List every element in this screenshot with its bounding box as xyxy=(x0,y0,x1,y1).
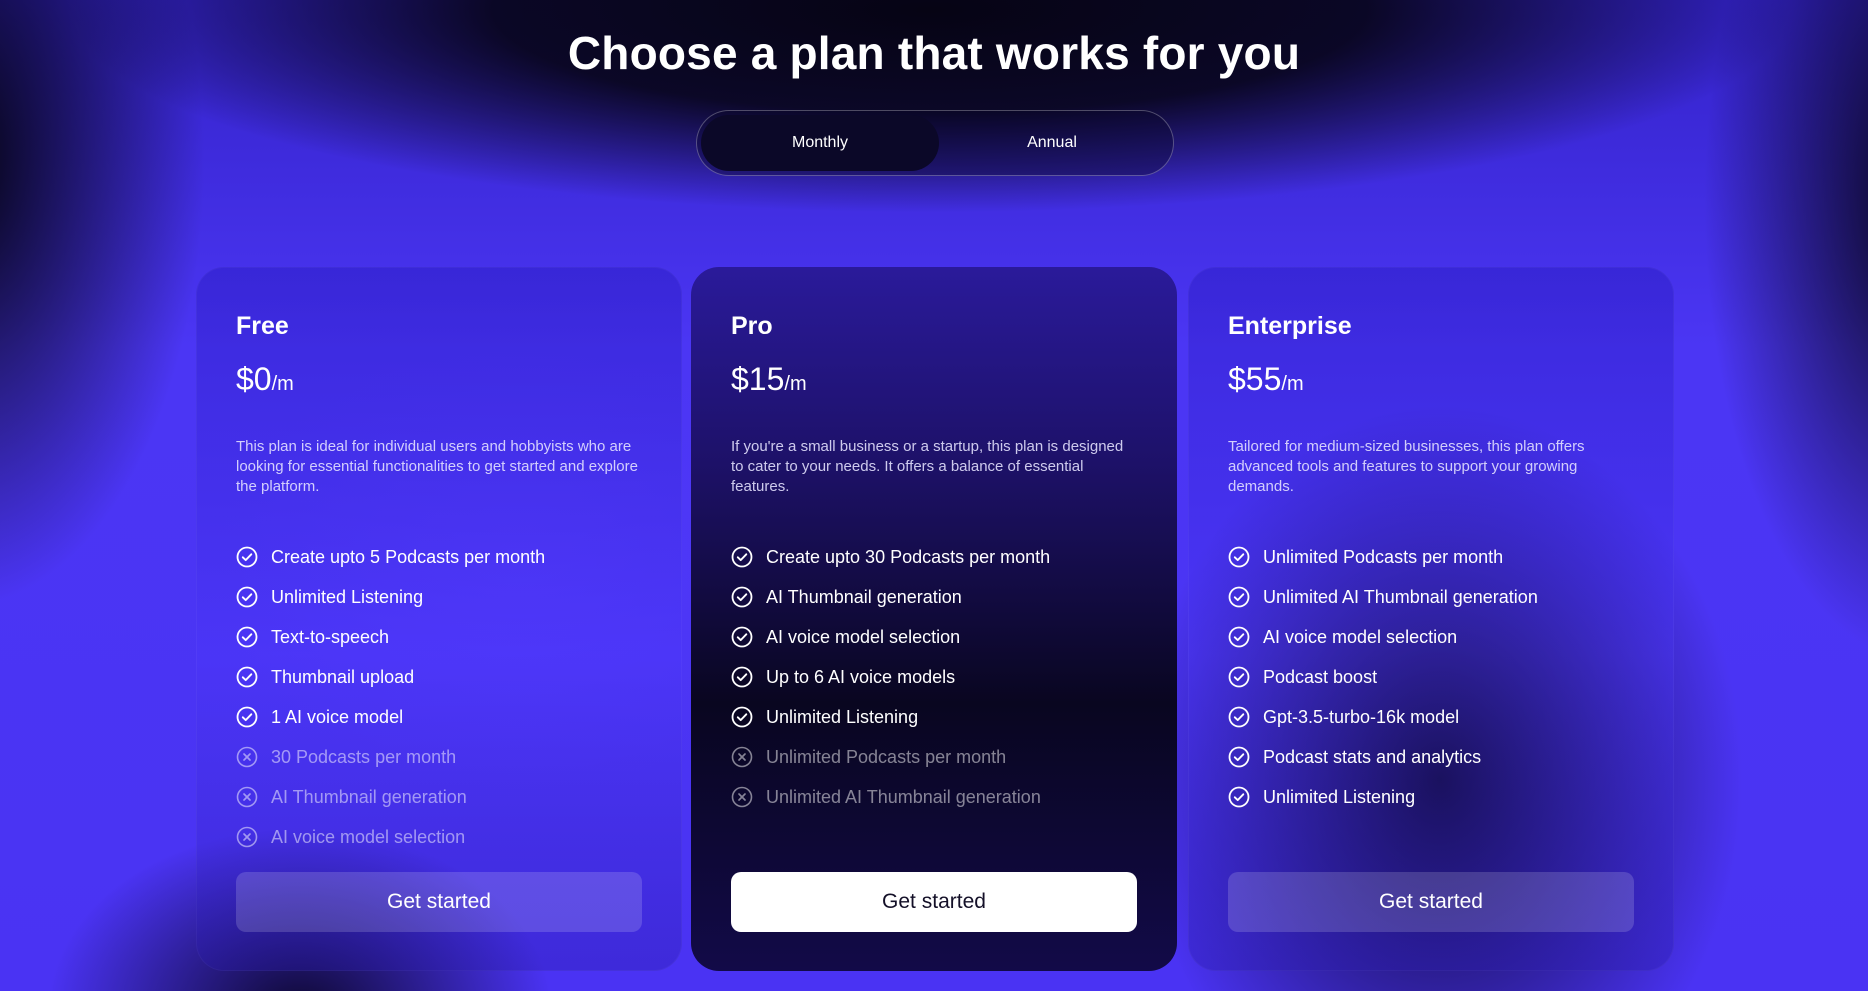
x-circle-icon xyxy=(236,826,258,848)
check-circle-icon xyxy=(731,706,753,728)
feature-label: Unlimited Listening xyxy=(271,586,424,607)
check-circle-icon xyxy=(236,546,258,568)
plan-card-enterprise: Enterprise $55 /m Tailored for medium-si… xyxy=(1188,267,1674,971)
feature-item: Unlimited Listening xyxy=(236,577,642,617)
feature-item: Podcast stats and analytics xyxy=(1228,737,1634,777)
plan-name: Pro xyxy=(731,312,773,340)
feature-label: 30 Podcasts per month xyxy=(271,746,457,767)
price-amount: $15 xyxy=(731,361,785,397)
feature-label: Unlimited Podcasts per month xyxy=(766,746,1007,767)
feature-label: Unlimited Podcasts per month xyxy=(1263,546,1504,567)
feature-label: Create upto 5 Podcasts per month xyxy=(271,546,546,567)
plan-price: $15 /m xyxy=(731,361,1137,401)
feature-item: Unlimited Podcasts per month xyxy=(731,737,1137,777)
feature-item: 30 Podcasts per month xyxy=(236,737,642,777)
feature-label: Unlimited Listening xyxy=(766,706,919,727)
feature-item: AI voice model selection xyxy=(731,617,1137,657)
feature-item: AI Thumbnail generation xyxy=(236,777,642,817)
price-unit: /m xyxy=(271,373,294,395)
feature-list: Create upto 30 Podcasts per month AI Thum… xyxy=(731,537,1137,851)
feature-label: Thumbnail upload xyxy=(271,666,415,687)
plan-name: Enterprise xyxy=(1228,312,1352,340)
feature-label: Podcast boost xyxy=(1263,666,1378,687)
price-unit: /m xyxy=(784,373,807,395)
feature-item: Unlimited Podcasts per month xyxy=(1228,537,1634,577)
feature-list: Unlimited Podcasts per month Unlimited AI… xyxy=(1228,537,1634,851)
check-circle-icon xyxy=(1228,786,1250,808)
feature-item: Gpt-3.5-turbo-16k model xyxy=(1228,697,1634,737)
feature-label: 1 AI voice model xyxy=(271,706,404,727)
feature-label: AI voice model selection xyxy=(1263,626,1458,647)
feature-item: Unlimited Listening xyxy=(1228,777,1634,817)
feature-label: Gpt-3.5-turbo-16k model xyxy=(1263,706,1460,727)
page-header: Choose a plan that works for you xyxy=(0,26,1868,80)
feature-item: Podcast boost xyxy=(1228,657,1634,697)
check-circle-icon xyxy=(236,666,258,688)
feature-item: AI Thumbnail generation xyxy=(731,577,1137,617)
feature-item: Unlimited AI Thumbnail generation xyxy=(731,777,1137,817)
x-circle-icon xyxy=(731,786,753,808)
toggle-annual[interactable]: Annual xyxy=(933,115,1171,171)
feature-item: AI voice model selection xyxy=(236,817,642,857)
check-circle-icon xyxy=(1228,746,1250,768)
x-circle-icon xyxy=(731,746,753,768)
plan-description: Tailored for medium-sized businesses, th… xyxy=(1228,438,1585,495)
feature-label: Text-to-speech xyxy=(271,626,390,647)
check-circle-icon xyxy=(1228,626,1250,648)
plan-name: Free xyxy=(236,312,289,340)
plan-description: If you're a small business or a startup,… xyxy=(731,438,1124,495)
x-circle-icon xyxy=(236,786,258,808)
feature-item: Thumbnail upload xyxy=(236,657,642,697)
feature-item: AI voice model selection xyxy=(1228,617,1634,657)
plan-price: $55 /m xyxy=(1228,361,1634,401)
check-circle-icon xyxy=(731,586,753,608)
check-circle-icon xyxy=(1228,546,1250,568)
x-circle-icon xyxy=(236,746,258,768)
get-started-button-free[interactable]: Get started xyxy=(236,872,642,932)
get-started-button-enterprise[interactable]: Get started xyxy=(1228,872,1634,932)
feature-item: Up to 6 AI voice models xyxy=(731,657,1137,697)
plan-card-free: Free $0 /m This plan is ideal for indivi… xyxy=(196,267,682,971)
feature-item: 1 AI voice model xyxy=(236,697,642,737)
feature-label: Unlimited Listening xyxy=(1263,786,1416,807)
check-circle-icon xyxy=(236,706,258,728)
plan-price: $0 /m xyxy=(236,361,642,401)
feature-item: Unlimited Listening xyxy=(731,697,1137,737)
feature-label: AI Thumbnail generation xyxy=(766,586,962,607)
feature-item: Unlimited AI Thumbnail generation xyxy=(1228,577,1634,617)
check-circle-icon xyxy=(1228,706,1250,728)
price-amount: $55 xyxy=(1228,361,1282,397)
feature-list: Create upto 5 Podcasts per month Unlimite… xyxy=(236,537,642,851)
check-circle-icon xyxy=(1228,666,1250,688)
feature-label: AI voice model selection xyxy=(271,826,466,847)
feature-label: AI voice model selection xyxy=(766,626,961,647)
feature-item: Text-to-speech xyxy=(236,617,642,657)
get-started-button-pro[interactable]: Get started xyxy=(731,872,1137,932)
feature-item: Create upto 30 Podcasts per month xyxy=(731,537,1137,577)
price-amount: $0 xyxy=(236,361,272,397)
price-unit: /m xyxy=(1281,373,1304,395)
billing-toggle: Monthly Annual xyxy=(696,110,1174,176)
feature-label: Podcast stats and analytics xyxy=(1263,746,1482,767)
check-circle-icon xyxy=(731,626,753,648)
check-circle-icon xyxy=(236,626,258,648)
check-circle-icon xyxy=(731,546,753,568)
feature-label: Up to 6 AI voice models xyxy=(766,666,956,687)
check-circle-icon xyxy=(1228,586,1250,608)
plan-card-pro: Pro $15 /m If you're a small business or… xyxy=(691,267,1177,971)
check-circle-icon xyxy=(236,586,258,608)
feature-label: AI Thumbnail generation xyxy=(271,786,467,807)
toggle-monthly[interactable]: Monthly xyxy=(701,115,939,171)
feature-label: Unlimited AI Thumbnail generation xyxy=(766,786,1041,807)
check-circle-icon xyxy=(731,666,753,688)
feature-label: Unlimited AI Thumbnail generation xyxy=(1263,586,1538,607)
page-title: Choose a plan that works for you xyxy=(567,27,1301,79)
plan-description: This plan is ideal for individual users … xyxy=(236,438,638,495)
feature-label: Create upto 30 Podcasts per month xyxy=(766,546,1051,567)
feature-item: Create upto 5 Podcasts per month xyxy=(236,537,642,577)
